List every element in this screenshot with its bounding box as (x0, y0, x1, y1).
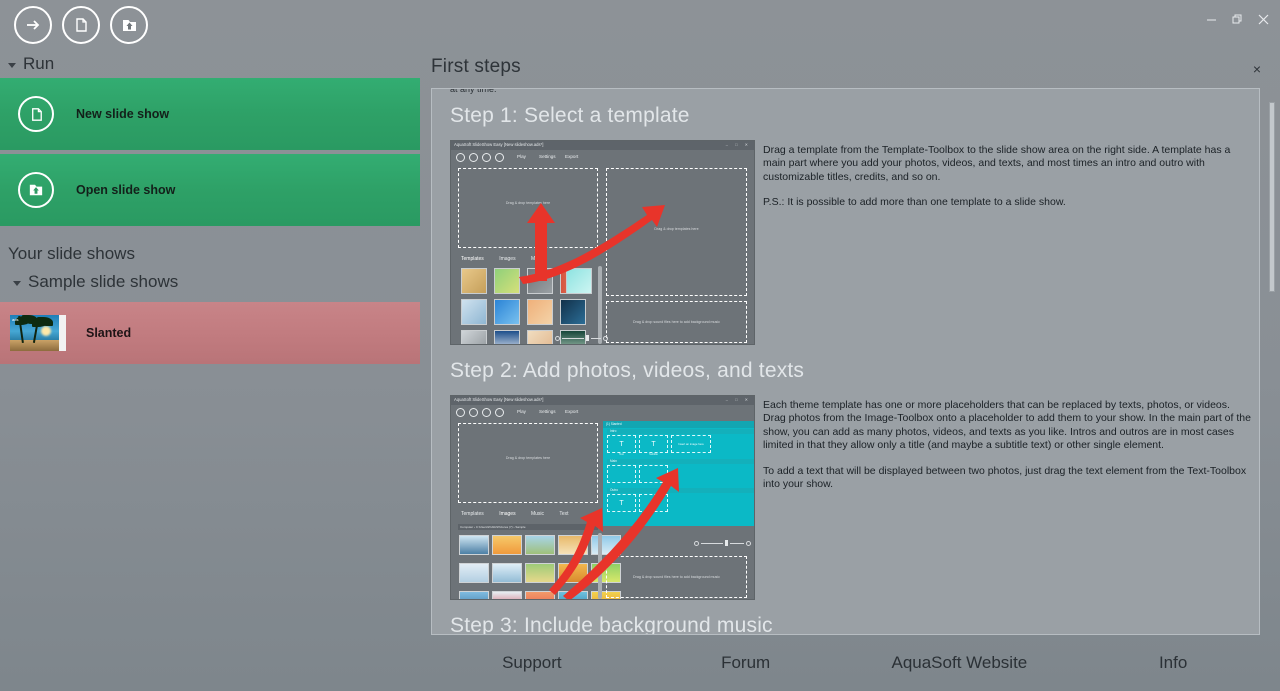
document-icon (18, 96, 54, 132)
run-section-heading[interactable]: Run (0, 50, 420, 78)
embedded-window-title: AquaSoft SlideShow Easy [New slideshow.a… (454, 397, 544, 402)
embedded-drop-area-left: Drag & drop templates here (458, 168, 598, 248)
list-item-slide-show[interactable]: ads Slanted (0, 302, 420, 364)
application-window: Run New slide show Open slide show Your … (0, 0, 1280, 691)
tab-templates: Templates (461, 256, 484, 262)
step-2-screenshot: AquaSoft SlideShow Easy [New slideshow.a… (450, 395, 755, 600)
embedded-scrollbar (598, 266, 602, 344)
your-shows-label: Your slide shows (8, 244, 135, 263)
embedded-window-title: AquaSoft SlideShow Easy [New slideshow.a… (454, 142, 544, 147)
content-area: First steps × at any time. Step 1: Selec… (425, 50, 1280, 691)
embedded-zoom-slider (694, 540, 751, 546)
embedded-window-controls: – □ ✕ (725, 142, 751, 147)
minimize-icon[interactable] (1198, 6, 1224, 32)
footer-links: Support Forum AquaSoft Website Info (425, 635, 1280, 691)
placeholder-title-caption: Text (619, 453, 624, 456)
tab-music: Music (530, 256, 545, 262)
sidebar-item-new-slide-show[interactable]: New slide show (0, 78, 420, 150)
window-controls (1198, 6, 1276, 32)
tab-images: Images (499, 511, 516, 517)
tab-images: Images (499, 256, 516, 262)
timeline-title: (1) Slanted (603, 421, 754, 428)
embedded-menu-export: Export (565, 409, 579, 414)
footer-link-aquasoft-website[interactable]: AquaSoft Website (853, 653, 1067, 673)
close-panel-icon[interactable]: × (1248, 60, 1266, 78)
footer-link-support[interactable]: Support (425, 653, 639, 673)
close-icon[interactable] (1250, 6, 1276, 32)
paragraph: Each theme template has one or more plac… (763, 399, 1251, 452)
embedded-zoom-slider (555, 335, 608, 341)
step-2-heading: Step 2: Add photos, videos, and texts (450, 359, 805, 382)
embedded-title-bar: AquaSoft SlideShow Easy [New slideshow.a… (451, 396, 754, 405)
arrow-right-icon[interactable] (14, 6, 52, 44)
placeholder-subtitle-caption: Subtitle (649, 453, 658, 456)
drop-hint: Drag & drop sound files here to add back… (633, 320, 720, 324)
embedded-drop-area-left: Drag & drop templates here (458, 423, 598, 503)
drop-hint: Drag & drop templates here (505, 201, 551, 205)
sidebar-item-label: New slide show (76, 107, 170, 121)
step-1-screenshot: AquaSoft SlideShow Easy [New slideshow.a… (450, 140, 755, 345)
embedded-tabs: Templates Images Music (461, 256, 558, 262)
embedded-drop-area-bottom: Drag & drop sound files here to add back… (606, 301, 747, 343)
footer-link-forum[interactable]: Forum (639, 653, 853, 673)
embedded-window-controls: – □ ✕ (725, 397, 751, 402)
paragraph: P.S.: It is possible to add more than on… (763, 196, 1066, 209)
placeholder-subtitle-box: T (639, 435, 668, 453)
timeline-row-outro: Outro (607, 488, 754, 493)
caret-down-icon (8, 62, 16, 68)
embedded-menu-settings: Settings (539, 154, 556, 159)
drop-hint: Drag & drop sound files here to add back… (633, 575, 720, 579)
step-1-description: Drag a template from the Template-Toolbo… (763, 140, 1253, 345)
embedded-menu-settings: Settings (539, 409, 556, 414)
slide-show-thumbnail: ads (10, 315, 66, 351)
step-2-row: AquaSoft SlideShow Easy [New slideshow.a… (450, 395, 1253, 600)
embedded-menu-play: Play (517, 154, 526, 159)
timeline-row-intro: Intro (607, 429, 754, 434)
tab-music: Music (530, 511, 545, 517)
sidebar-item-label: Open slide show (76, 183, 176, 197)
paragraph: Drag a template from the Template-Toolbo… (763, 144, 1231, 183)
embedded-drop-area-right: Drag & drop templates here (606, 168, 747, 296)
placeholder-title-box: T (607, 435, 636, 453)
slide-show-name: Slanted (86, 326, 132, 340)
footer-link-info[interactable]: Info (1066, 653, 1280, 673)
step-1-heading: Step 1: Select a template (450, 104, 690, 127)
embedded-toolbar: Play Settings Export (451, 150, 754, 164)
folder-upload-icon (18, 172, 54, 208)
sidebar-item-open-slide-show[interactable]: Open slide show (0, 154, 420, 226)
drop-hint: Drag & drop templates here (505, 456, 551, 460)
first-steps-panel: at any time. Step 1: Select a template A… (431, 88, 1260, 635)
embedded-drop-area-bottom: Drag & drop sound files here to add back… (606, 556, 747, 598)
content-scrollbar[interactable] (1268, 92, 1276, 631)
sample-shows-label: Sample slide shows (28, 272, 179, 291)
your-slide-shows-heading: Your slide shows (0, 240, 420, 268)
embedded-menu-export: Export (565, 154, 579, 159)
step-3-heading: Step 3: Include background music (450, 614, 773, 635)
embedded-toolbar: Play Settings Export (451, 405, 754, 419)
step-1-row: AquaSoft SlideShow Easy [New slideshow.a… (450, 140, 1253, 345)
placeholder-image-box: Insert an image here (671, 435, 711, 453)
clipped-text: at any time. (450, 88, 497, 94)
caret-down-icon (13, 280, 21, 286)
paragraph: To add a text that will be displayed bet… (763, 464, 1247, 491)
tab-templates: Templates (461, 511, 484, 517)
drop-hint: Drag & drop templates here (654, 227, 699, 231)
embedded-tabs: Templates Images Music Text (461, 511, 583, 517)
page-title: First steps (431, 56, 521, 77)
main-toolbar (14, 6, 148, 44)
embedded-title-bar: AquaSoft SlideShow Easy [New slideshow.a… (451, 141, 754, 150)
sample-slide-shows-heading[interactable]: Sample slide shows (0, 268, 420, 296)
run-heading-label: Run (23, 54, 55, 73)
scrollbar-thumb[interactable] (1269, 102, 1275, 292)
timeline-row-main: Main (607, 459, 754, 464)
left-sidebar: Run New slide show Open slide show Your … (0, 50, 420, 691)
tab-text: Text (559, 511, 569, 517)
step-2-description: Each theme template has one or more plac… (763, 395, 1253, 600)
embedded-breadcrumb: Computer › C:\Users\Public\Pictures (7) … (458, 524, 598, 530)
new-document-icon[interactable] (62, 6, 100, 44)
thumbnail-caption: ads (12, 317, 19, 322)
restore-icon[interactable] (1224, 6, 1250, 32)
open-folder-icon[interactable] (110, 6, 148, 44)
embedded-menu-play: Play (517, 409, 526, 414)
